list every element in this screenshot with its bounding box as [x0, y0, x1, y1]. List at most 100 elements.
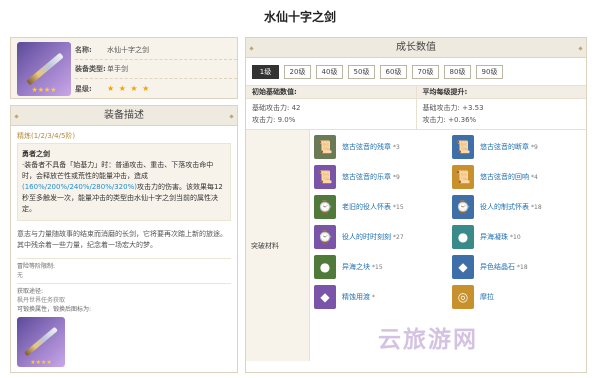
- stats-rows: 基础攻击力: 42 攻击力: 9.0% 基础攻击力: +3.53 攻击力: +0…: [246, 99, 586, 129]
- material-name[interactable]: 悠古弦音的残章: [342, 142, 391, 152]
- initial-stats-header: 初始基础数值:: [246, 86, 417, 98]
- material-item[interactable]: ⌚ 役人的制式怀表 *18: [448, 192, 586, 222]
- material-count: *27: [393, 233, 404, 241]
- description-panel: 装备描述 精炼(1/2/3/4/5阶) 勇者之剑 ·装备者不具备「始基力」时：普…: [10, 105, 238, 373]
- material-item[interactable]: ⌚ 役人的时时刻刻 *27: [310, 222, 448, 252]
- field-value: 枫丹世界任务获取: [17, 297, 66, 304]
- weapon-thumbnail: ★★★★: [17, 42, 71, 96]
- info-label: 装备类型:: [75, 65, 106, 73]
- material-count: *4: [531, 173, 538, 181]
- refinement-selector[interactable]: 精炼(1/2/3/4/5阶): [11, 126, 237, 143]
- material-item[interactable]: ● 异海凝珠 *10: [448, 222, 586, 252]
- materials-label: 突破材料: [246, 130, 310, 361]
- adventure-rank-field: 冒险等阶限制: 无: [17, 258, 231, 280]
- level-tab[interactable]: 60级: [380, 64, 407, 79]
- level-tab[interactable]: 20级: [284, 64, 311, 79]
- rarity-stars: ★★★★: [31, 86, 57, 94]
- description-heading: 装备描述: [11, 106, 237, 126]
- level-tab[interactable]: 50级: [348, 64, 375, 79]
- material-name[interactable]: 摩拉: [480, 292, 494, 302]
- material-name[interactable]: 役人的制式怀表: [480, 202, 529, 212]
- initial-stats: 基础攻击力: 42 攻击力: 9.0%: [246, 99, 417, 129]
- material-count: *15: [393, 203, 404, 211]
- rarity-stars: ★★★★: [30, 359, 52, 366]
- material-count: *18: [517, 263, 528, 271]
- material-name[interactable]: 异色结晶石: [480, 262, 515, 272]
- info-label: 名称:: [75, 46, 92, 54]
- scroll-icon: 📜: [452, 135, 474, 159]
- scroll-icon: 📜: [452, 165, 474, 189]
- stat-atk-percent: 攻击力: 9.0%: [252, 116, 296, 124]
- material-name[interactable]: 悠古弦音的断章: [480, 142, 529, 152]
- material-name[interactable]: 异海之块: [342, 262, 370, 272]
- material-name[interactable]: 精蚀用渡: [342, 292, 370, 302]
- stat-base-atk-increase: 基础攻击力: +3.53: [422, 104, 484, 112]
- watch-icon: ⌚: [452, 195, 474, 219]
- level-tab[interactable]: 70级: [412, 64, 439, 79]
- coin-icon: ◎: [452, 285, 474, 309]
- field-label: 可锻换属性，锻换后图标为:: [17, 306, 92, 313]
- watch-icon: ⌚: [314, 225, 336, 249]
- material-item[interactable]: ● 异海之块 *15: [310, 252, 448, 282]
- flavor-text: 意志与力量随故事的结束而消磨的长剑，它将要再次踏上新的旅途。其中残余着一些力量，…: [17, 230, 227, 249]
- material-item[interactable]: 📜 悠古弦音的断章 *9: [448, 132, 586, 162]
- info-row-name: 名称: 水仙十字之剑: [75, 41, 237, 60]
- growth-heading: 成长数值: [246, 38, 586, 58]
- stat-atk-percent-increase: 攻击力: +0.36%: [422, 116, 477, 124]
- sword-icon: [24, 326, 58, 357]
- increase-stats-header: 平均每级提升:: [422, 88, 468, 96]
- sword-icon: [26, 52, 64, 86]
- material-item[interactable]: ◆ 异色结晶石 *18: [448, 252, 586, 282]
- field-label: 获取途径:: [17, 288, 44, 295]
- material-name[interactable]: 悠古弦音的乐章: [342, 172, 391, 182]
- level-tab[interactable]: 80级: [444, 64, 471, 79]
- alt-weapon-thumbnail: ★★★★: [17, 317, 65, 367]
- material-count: *9: [393, 173, 400, 181]
- info-label: 星级:: [75, 84, 92, 93]
- scroll-icon: 📜: [314, 165, 336, 189]
- stats-header: 初始基础数值: 平均每级提升:: [246, 85, 586, 99]
- page-title: 水仙十字之剑: [263, 10, 336, 24]
- material-item[interactable]: 📜 悠古弦音的乐章 *9: [310, 162, 448, 192]
- material-count: *10: [510, 233, 521, 241]
- level-tab[interactable]: 1级: [252, 64, 279, 79]
- field-label: 冒险等阶限制:: [17, 263, 56, 270]
- material-item[interactable]: ◎ 摩拉: [448, 282, 586, 312]
- increase-stats: 基础攻击力: +3.53 攻击力: +0.36%: [417, 99, 587, 129]
- material-item[interactable]: 📜 悠古弦音的回响 *4: [448, 162, 586, 192]
- level-tab[interactable]: 40级: [316, 64, 343, 79]
- info-row-rarity: 星级: ★ ★ ★ ★: [75, 79, 237, 98]
- skill-text: ·装备者不具备「始基力」时：普通攻击、重击、下落攻击命中时，会释放芒性或荒性的能…: [22, 161, 214, 180]
- material-count: *3: [393, 143, 400, 151]
- weapon-name: 水仙十字之剑: [107, 46, 149, 54]
- pearl-icon: ●: [452, 225, 474, 249]
- material-name[interactable]: 老旧的役人怀表: [342, 202, 391, 212]
- weapon-type: 单手剑: [107, 65, 128, 73]
- material-item[interactable]: ◆ 精蚀用渡 *: [310, 282, 448, 312]
- level-tabs: 1级 20级 40级 50级 60级 70级 80级 90级: [246, 58, 586, 85]
- crystal-icon: ◆: [452, 255, 474, 279]
- material-name[interactable]: 异海凝珠: [480, 232, 508, 242]
- material-name[interactable]: 役人的时时刻刻: [342, 232, 391, 242]
- watch-icon: ⌚: [314, 195, 336, 219]
- crystal-icon: ◆: [314, 285, 336, 309]
- watermark-text: 云旅游网: [378, 327, 478, 353]
- skill-description: 勇者之剑 ·装备者不具备「始基力」时：普通攻击、重击、下落攻击命中时，会释放芒性…: [17, 143, 231, 221]
- info-row-type: 装备类型: 单手剑: [75, 60, 237, 79]
- material-item[interactable]: 📜 悠古弦音的残章 *3: [310, 132, 448, 162]
- material-count: *18: [531, 203, 542, 211]
- level-tab[interactable]: 90级: [476, 64, 503, 79]
- rarity-value: ★ ★ ★ ★: [107, 84, 151, 93]
- material-count: *15: [372, 263, 383, 271]
- field-value: 无: [17, 272, 24, 279]
- acquisition-field: 获取途径: 枫丹世界任务获取 可锻换属性，锻换后图标为:: [17, 283, 231, 314]
- weapon-info-card: ★★★★ 名称: 水仙十字之剑 装备类型: 单手剑 星级: ★ ★ ★ ★: [10, 37, 238, 99]
- stat-base-atk: 基础攻击力: 42: [252, 104, 301, 112]
- material-name[interactable]: 悠古弦音的回响: [480, 172, 529, 182]
- material-item[interactable]: ⌚ 老旧的役人怀表 *15: [310, 192, 448, 222]
- scroll-icon: 📜: [314, 135, 336, 159]
- material-count: *: [372, 293, 375, 301]
- skill-values: (160%/200%/240%/280%/320%): [22, 183, 137, 191]
- pearl-icon: ●: [314, 255, 336, 279]
- material-count: *9: [531, 143, 538, 151]
